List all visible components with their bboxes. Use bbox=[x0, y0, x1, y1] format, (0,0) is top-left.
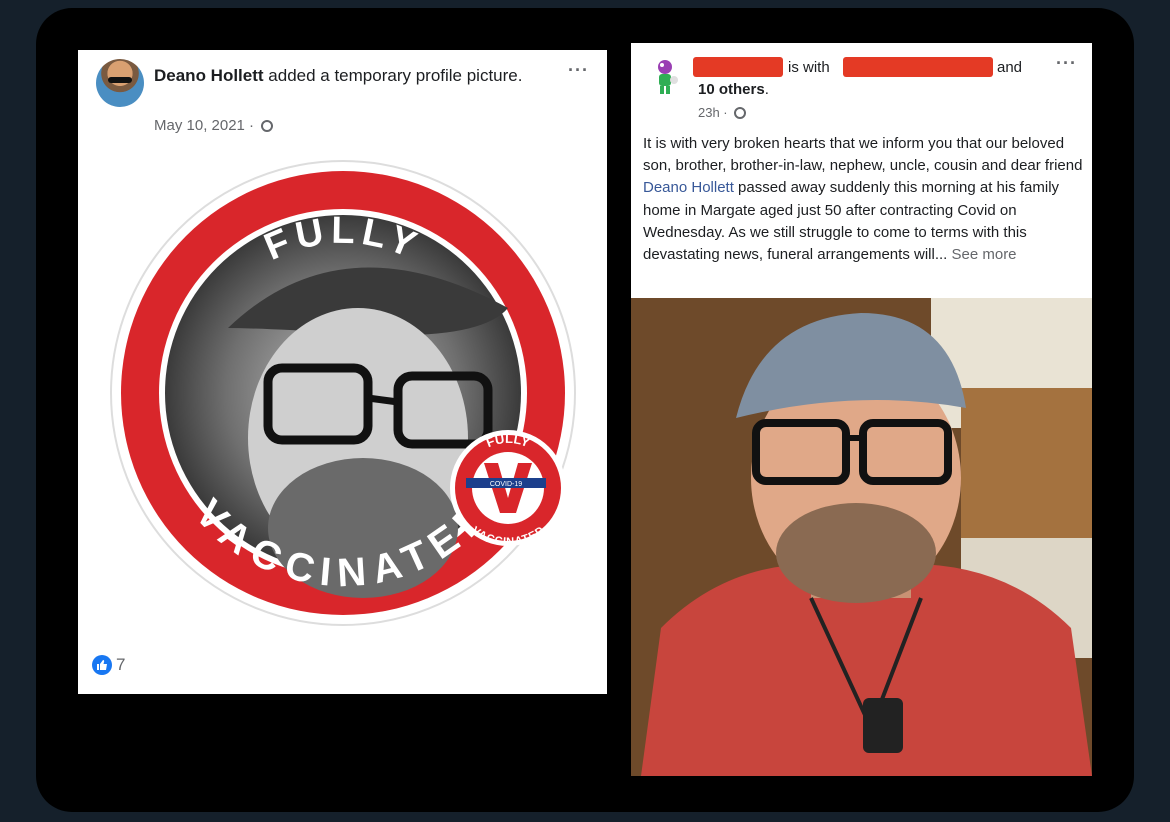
right-facebook-post: is with and 10 others. ··· 23h · It is w… bbox=[631, 43, 1092, 776]
post-header: Deano Hollett added a temporary profile … bbox=[154, 64, 534, 88]
post-body-text-1: It is with very broken hearts that we in… bbox=[643, 135, 1083, 175]
tagged-profile-link[interactable]: Deano Hollett bbox=[643, 179, 734, 196]
post-date[interactable]: May 10, 2021 · bbox=[154, 117, 274, 134]
post-time[interactable]: 23h · bbox=[698, 105, 747, 120]
redacted-tagged-name bbox=[843, 57, 993, 77]
others-count: 10 others bbox=[698, 81, 765, 98]
globe-icon bbox=[734, 107, 747, 119]
redacted-name bbox=[693, 57, 783, 77]
post-time-text: 23h · bbox=[698, 105, 728, 120]
reaction-count: 7 bbox=[116, 655, 126, 674]
man-portrait-image bbox=[631, 298, 1092, 776]
syringe-label: COVID-19 bbox=[490, 481, 522, 488]
like-icon bbox=[92, 655, 112, 675]
left-facebook-post: Deano Hollett added a temporary profile … bbox=[78, 50, 607, 694]
post-action: added a temporary profile picture. bbox=[263, 66, 523, 85]
with-text: is with bbox=[788, 59, 830, 76]
reactions-summary[interactable]: 7 bbox=[92, 655, 125, 675]
profile-picture-frame[interactable]: FULLY VACCINATED COVID-19 FULLY VACCINAT… bbox=[108, 158, 578, 628]
others-line[interactable]: 10 others. bbox=[698, 81, 769, 98]
more-options-icon[interactable]: ··· bbox=[1056, 53, 1077, 74]
author-name[interactable]: Deano Hollett bbox=[154, 66, 264, 85]
vaccinated-badge: FULLY VACCINATED COVID-19 FULLY VACCINAT… bbox=[110, 160, 576, 626]
post-date-text: May 10, 2021 · bbox=[154, 117, 255, 134]
author-avatar[interactable] bbox=[96, 59, 144, 107]
see-more-link[interactable]: See more bbox=[947, 246, 1016, 263]
post-photo[interactable] bbox=[631, 298, 1092, 776]
more-options-icon[interactable]: ··· bbox=[568, 60, 589, 81]
post-body: It is with very broken hearts that we in… bbox=[643, 133, 1083, 266]
and-text: and bbox=[997, 59, 1023, 76]
globe-icon bbox=[261, 120, 274, 132]
poster-avatar-icon[interactable] bbox=[647, 55, 683, 97]
